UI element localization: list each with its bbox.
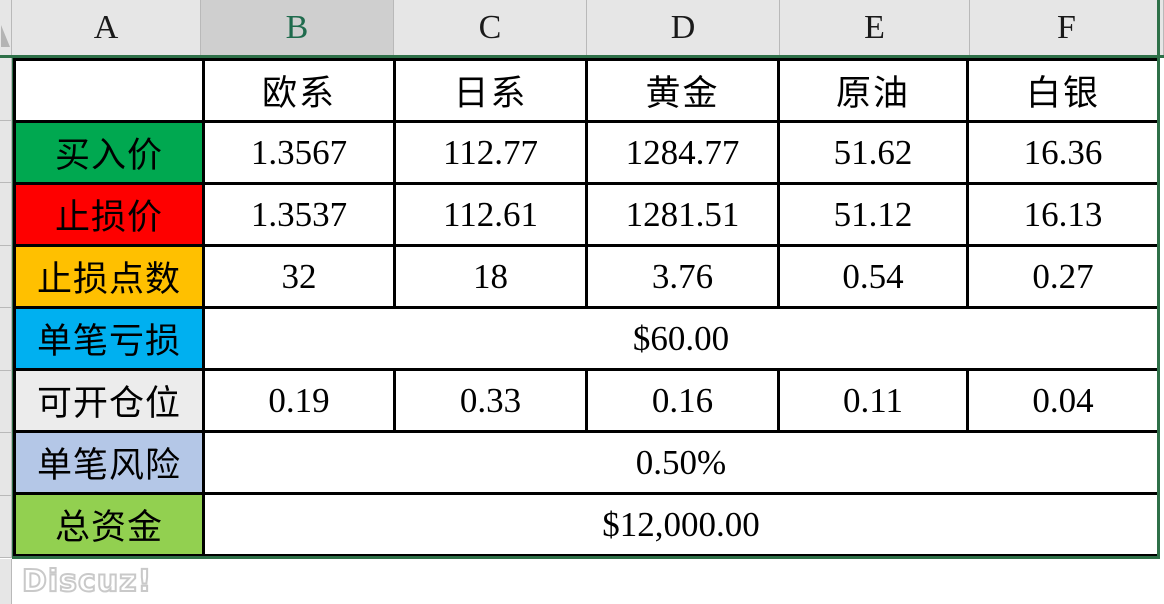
table-row-single-loss: 单笔亏损 $60.00 [13,306,1160,371]
row-label-buy-price[interactable]: 买入价 [13,120,205,185]
data-grid: 欧系 日系 黄金 原油 白银 买入价 1.3567 112.77 1284.77… [13,58,1160,557]
row-label-stop-price[interactable]: 止损价 [13,182,205,247]
cell-stop-price-eur[interactable]: 1.3537 [202,182,396,247]
column-header-bar: A B C D E F [0,0,1164,58]
cell-buy-price-jpy[interactable]: 112.77 [393,120,588,185]
column-header-c[interactable]: C [394,0,587,55]
cell-stop-points-silver[interactable]: 0.27 [966,244,1160,309]
cell-buy-price-eur[interactable]: 1.3567 [202,120,396,185]
select-all-triangle-icon [1,25,10,47]
cell-position-size-silver[interactable]: 0.04 [966,368,1160,433]
cell-position-size-oil[interactable]: 0.11 [777,368,969,433]
row-header-3[interactable] [0,183,11,246]
watermark-gutter [0,559,12,604]
cell-stop-points-eur[interactable]: 32 [202,244,396,309]
row-header-1[interactable] [0,58,11,121]
cell-position-size-gold[interactable]: 0.16 [585,368,780,433]
row-label-position-size[interactable]: 可开仓位 [13,368,205,433]
row-header-6[interactable] [0,371,11,433]
cell-stop-price-silver[interactable]: 16.13 [966,182,1160,247]
spreadsheet-sheet: A B C D E F 欧系 日系 黄金 原油 白银 买入价 1.3567 11… [0,0,1164,604]
cell-instrument-oil[interactable]: 原油 [777,58,969,123]
row-header-4[interactable] [0,246,11,308]
column-header-a[interactable]: A [12,0,201,55]
table-row-buy-price: 买入价 1.3567 112.77 1284.77 51.62 16.36 [13,120,1160,185]
row-header-8[interactable] [0,496,11,558]
cell-total-capital-value[interactable]: $12,000.00 [202,492,1160,557]
cell-instrument-eur[interactable]: 欧系 [202,58,396,123]
cell-stop-price-oil[interactable]: 51.12 [777,182,969,247]
row-header-gutter [0,58,12,558]
watermark-strip: Discuz! [0,559,1164,604]
cell-stop-points-jpy[interactable]: 18 [393,244,588,309]
cell-single-loss-value[interactable]: $60.00 [202,306,1160,371]
cell-stop-price-gold[interactable]: 1281.51 [585,182,780,247]
row-label-single-loss[interactable]: 单笔亏损 [13,306,205,371]
cell-instrument-gold[interactable]: 黄金 [585,58,780,123]
row-label-total-capital[interactable]: 总资金 [13,492,205,557]
table-row-total-capital: 总资金 $12,000.00 [13,492,1160,557]
cell-stop-price-jpy[interactable]: 112.61 [393,182,588,247]
column-header-b[interactable]: B [201,0,394,55]
cell-stop-points-oil[interactable]: 0.54 [777,244,969,309]
table-row-position-size: 可开仓位 0.19 0.33 0.16 0.11 0.04 [13,368,1160,433]
row-label-single-risk[interactable]: 单笔风险 [13,430,205,495]
cell-position-size-eur[interactable]: 0.19 [202,368,396,433]
cell-corner-blank[interactable] [13,58,205,123]
row-header-5[interactable] [0,308,11,371]
cell-position-size-jpy[interactable]: 0.33 [393,368,588,433]
column-header-f[interactable]: F [970,0,1164,55]
table-row-stop-price: 止损价 1.3537 112.61 1281.51 51.12 16.13 [13,182,1160,247]
cell-instrument-jpy[interactable]: 日系 [393,58,588,123]
cell-buy-price-gold[interactable]: 1284.77 [585,120,780,185]
row-label-stop-points[interactable]: 止损点数 [13,244,205,309]
table-row-single-risk: 单笔风险 0.50% [13,430,1160,495]
cell-buy-price-silver[interactable]: 16.36 [966,120,1160,185]
cell-instrument-silver[interactable]: 白银 [966,58,1160,123]
row-header-7[interactable] [0,433,11,496]
table-row-instruments: 欧系 日系 黄金 原油 白银 [13,58,1160,123]
row-header-2[interactable] [0,121,11,183]
grid-right-accent-rule [1157,0,1160,560]
cell-single-risk-value[interactable]: 0.50% [202,430,1160,495]
discuz-watermark: Discuz! [21,563,153,600]
cell-stop-points-gold[interactable]: 3.76 [585,244,780,309]
select-all-corner[interactable] [0,0,12,55]
column-header-d[interactable]: D [587,0,780,55]
column-header-e[interactable]: E [780,0,970,55]
cell-buy-price-oil[interactable]: 51.62 [777,120,969,185]
table-row-stop-points: 止损点数 32 18 3.76 0.54 0.27 [13,244,1160,309]
